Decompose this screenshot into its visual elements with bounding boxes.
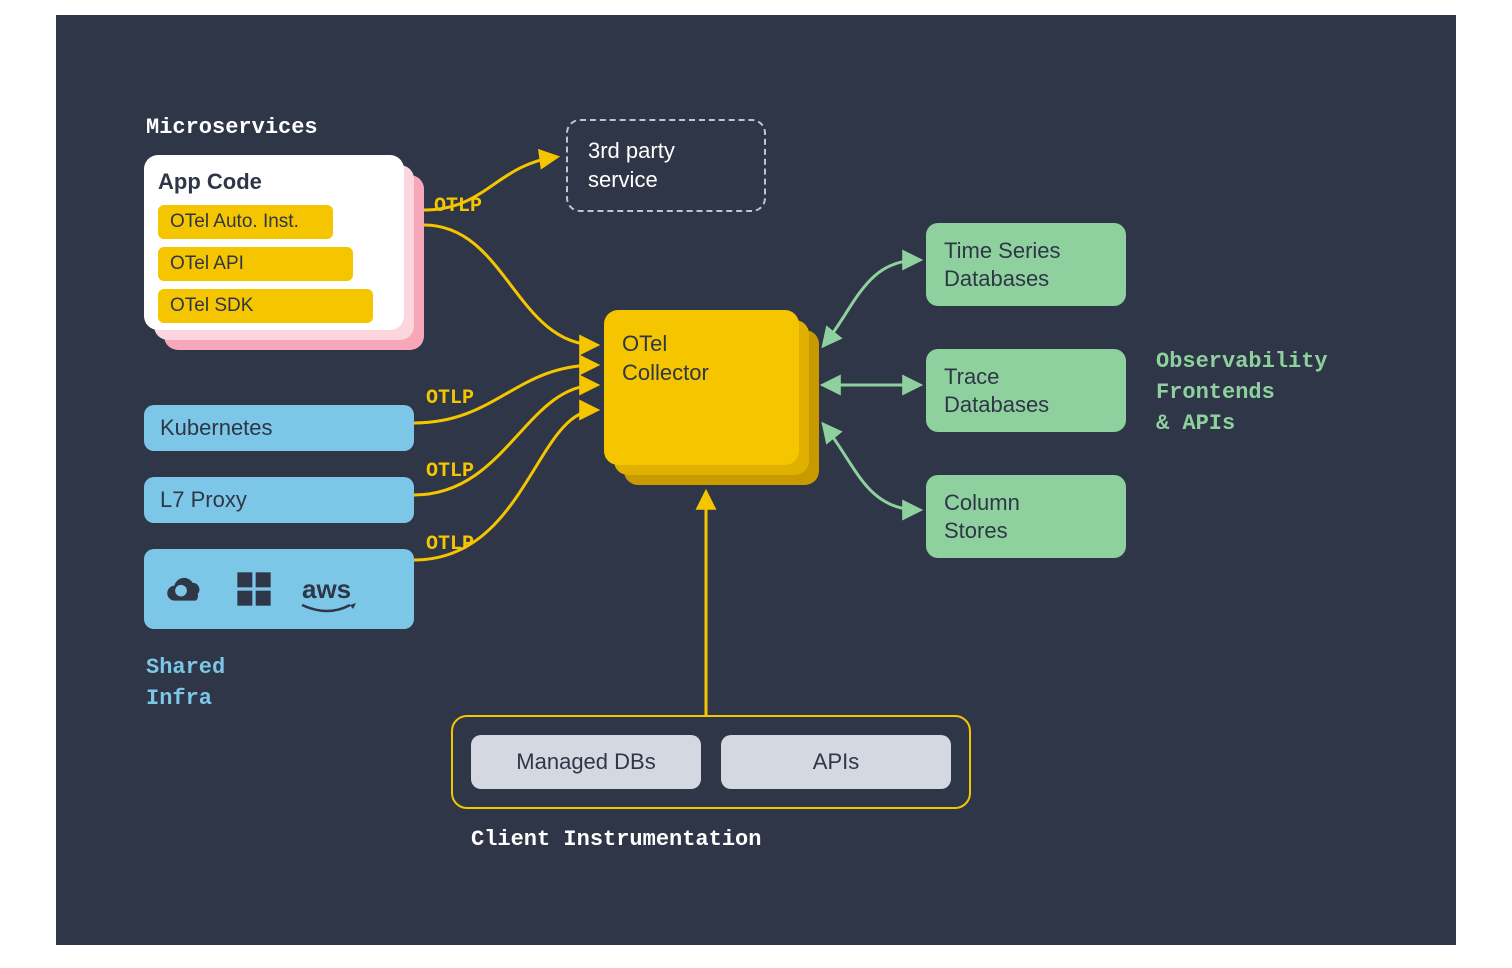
diagram-canvas: Microservices App Code OTel Auto. Inst. … bbox=[56, 15, 1456, 945]
app-code-card-stack: App Code OTel Auto. Inst. OTel API OTel … bbox=[144, 155, 424, 350]
otel-sdk-pill: OTel SDK bbox=[158, 289, 373, 323]
otlp-label-appcode: OTLP bbox=[434, 195, 482, 218]
obs-l3: & APIs bbox=[1156, 411, 1235, 436]
aws-text: aws bbox=[302, 574, 351, 604]
third-party-l1: 3rd party bbox=[588, 138, 675, 163]
microservices-label: Microservices bbox=[146, 115, 318, 140]
observability-label: Observability Frontends & APIs bbox=[1156, 347, 1328, 439]
ts-l1: Time Series bbox=[944, 238, 1061, 263]
trace-l2: Databases bbox=[944, 392, 1049, 417]
trace-l1: Trace bbox=[944, 364, 999, 389]
otlp-label-k8s: OTLP bbox=[426, 387, 474, 410]
collector-l1: OTel bbox=[622, 331, 667, 356]
column-stores-box: Column Stores bbox=[926, 475, 1126, 558]
ts-l2: Databases bbox=[944, 266, 1049, 291]
obs-l2: Frontends bbox=[1156, 380, 1275, 405]
col-l2: Stores bbox=[944, 518, 1008, 543]
client-instrumentation-group: Managed DBs APIs bbox=[451, 715, 971, 809]
shared-infra-label: Shared Infra bbox=[146, 653, 225, 715]
app-code-title: App Code bbox=[158, 169, 390, 195]
otlp-label-l7: OTLP bbox=[426, 460, 474, 483]
col-l1: Column bbox=[944, 490, 1020, 515]
managed-dbs-box: Managed DBs bbox=[471, 735, 701, 789]
client-instrumentation-label: Client Instrumentation bbox=[471, 827, 761, 852]
app-code-card: App Code OTel Auto. Inst. OTel API OTel … bbox=[144, 155, 404, 330]
shared-infra-l1: Shared bbox=[146, 655, 225, 680]
trace-db-box: Trace Databases bbox=[926, 349, 1126, 432]
obs-l1: Observability bbox=[1156, 349, 1328, 374]
gcp-icon bbox=[166, 569, 206, 609]
timeseries-db-box: Time Series Databases bbox=[926, 223, 1126, 306]
aws-icon: aws bbox=[302, 574, 351, 605]
collector-box: OTel Collector bbox=[604, 310, 799, 465]
shared-infra-l2: Infra bbox=[146, 686, 212, 711]
azure-icon bbox=[234, 569, 274, 609]
third-party-box: 3rd party service bbox=[566, 119, 766, 212]
kubernetes-box: Kubernetes bbox=[144, 405, 414, 451]
collector-stack: OTel Collector bbox=[604, 310, 819, 485]
collector-l2: Collector bbox=[622, 360, 709, 385]
third-party-l2: service bbox=[588, 167, 658, 192]
l7-proxy-box: L7 Proxy bbox=[144, 477, 414, 523]
cloud-providers-box: aws bbox=[144, 549, 414, 629]
otel-api-pill: OTel API bbox=[158, 247, 353, 281]
otlp-label-cloud: OTLP bbox=[426, 533, 474, 556]
otel-auto-inst-pill: OTel Auto. Inst. bbox=[158, 205, 333, 239]
apis-box: APIs bbox=[721, 735, 951, 789]
